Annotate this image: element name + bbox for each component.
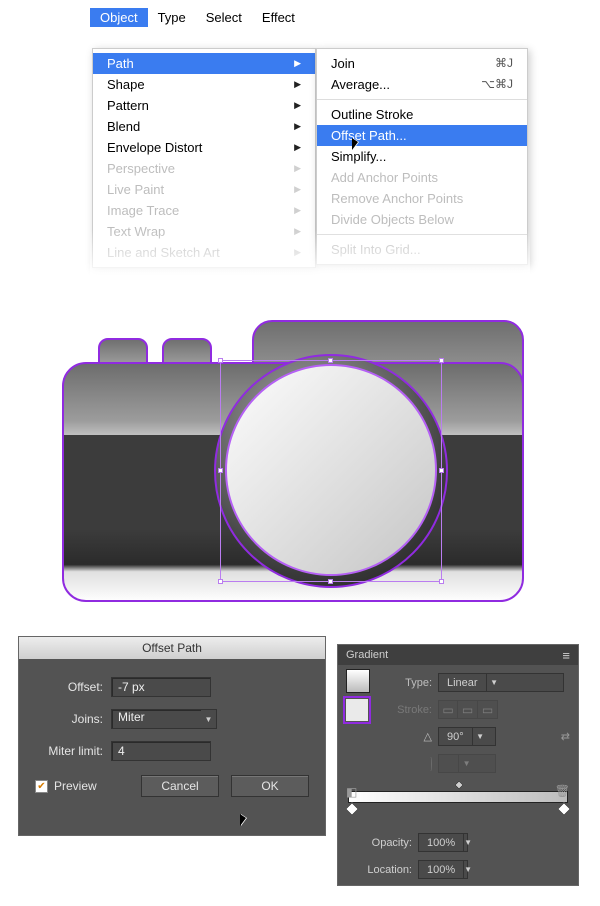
delete-stop-icon[interactable]: 🗑 bbox=[555, 784, 570, 798]
cursor-icon bbox=[240, 814, 246, 826]
preview-label: Preview bbox=[54, 779, 97, 793]
opacity-label: Opacity: bbox=[354, 837, 418, 849]
offset-label: Offset: bbox=[35, 680, 111, 694]
menu-item-shape[interactable]: Shape▶ bbox=[93, 74, 315, 95]
menu-item-pattern[interactable]: Pattern▶ bbox=[93, 95, 315, 116]
fade-overlay bbox=[90, 230, 530, 290]
canvas-artboard[interactable] bbox=[62, 316, 532, 608]
selection-handle[interactable] bbox=[439, 358, 444, 363]
menu-separator bbox=[317, 99, 527, 100]
selection-handle[interactable] bbox=[328, 579, 333, 584]
selection-handle[interactable] bbox=[439, 468, 444, 473]
menu-item-image-trace[interactable]: Image Trace▶ bbox=[93, 200, 315, 221]
offset-input[interactable] bbox=[111, 677, 211, 697]
submenu-average[interactable]: Average...⌥⌘J bbox=[317, 74, 527, 95]
menu-select[interactable]: Select bbox=[196, 8, 252, 27]
aspect-ratio-input: ▼ bbox=[438, 754, 496, 773]
joins-label: Joins: bbox=[35, 712, 111, 726]
submenu-simplify[interactable]: Simplify... bbox=[317, 146, 527, 167]
cancel-button[interactable]: Cancel bbox=[141, 775, 219, 797]
selection-handle[interactable] bbox=[218, 358, 223, 363]
submenu-remove-anchor[interactable]: Remove Anchor Points bbox=[317, 188, 527, 209]
joins-dropdown[interactable]: Miter ▼ bbox=[111, 709, 217, 729]
panel-menu-icon[interactable]: ≡ bbox=[562, 648, 570, 663]
submenu-offset-path[interactable]: Offset Path... bbox=[317, 125, 527, 146]
selection-handle[interactable] bbox=[218, 468, 223, 473]
selection-handle[interactable] bbox=[328, 358, 333, 363]
gradient-fill-swatch[interactable] bbox=[346, 669, 370, 693]
dropdown-arrow-icon: ▼ bbox=[486, 674, 502, 691]
menu-item-path[interactable]: Path▶ bbox=[93, 53, 315, 74]
offset-path-dialog: Offset Path Offset: Joins: Miter ▼ Miter… bbox=[18, 636, 326, 836]
stop-color-icon[interactable]: ◧ bbox=[346, 785, 357, 799]
stroke-mode-across-icon[interactable]: ▭ bbox=[478, 700, 498, 719]
stroke-label: Stroke: bbox=[390, 704, 438, 716]
miter-limit-input[interactable] bbox=[111, 741, 211, 761]
menubar: Object Type Select Effect bbox=[90, 8, 305, 27]
selection-handle[interactable] bbox=[439, 579, 444, 584]
menu-item-blend[interactable]: Blend▶ bbox=[93, 116, 315, 137]
gradient-panel: Gradient ≡ Type: Linear▼ Stroke: ▭ ▭ ▭ △ bbox=[337, 644, 579, 886]
selection-bounding-box[interactable] bbox=[220, 360, 442, 582]
submenu-outline-stroke[interactable]: Outline Stroke bbox=[317, 104, 527, 125]
ok-button[interactable]: OK bbox=[231, 775, 309, 797]
gradient-type-dropdown[interactable]: Linear▼ bbox=[438, 673, 564, 692]
gradient-stroke-swatch[interactable] bbox=[346, 699, 368, 721]
menu-effect[interactable]: Effect bbox=[252, 8, 305, 27]
submenu-arrow-icon: ▶ bbox=[294, 58, 301, 69]
aspect-ratio-icon bbox=[430, 757, 432, 771]
selection-handle[interactable] bbox=[218, 579, 223, 584]
menu-item-envelope-distort[interactable]: Envelope Distort▶ bbox=[93, 137, 315, 158]
gradient-midpoint-handle[interactable] bbox=[454, 780, 464, 790]
submenu-divide-below[interactable]: Divide Objects Below bbox=[317, 209, 527, 230]
submenu-add-anchor[interactable]: Add Anchor Points bbox=[317, 167, 527, 188]
miter-limit-label: Miter limit: bbox=[35, 744, 111, 758]
menu-item-live-paint[interactable]: Live Paint▶ bbox=[93, 179, 315, 200]
stroke-gradient-mode: ▭ ▭ ▭ bbox=[438, 700, 498, 719]
panel-title: Gradient ≡ bbox=[338, 645, 578, 665]
angle-icon: △ bbox=[390, 730, 438, 743]
location-label: Location: bbox=[354, 864, 418, 876]
submenu-join[interactable]: Join⌘J bbox=[317, 53, 527, 74]
menu-object[interactable]: Object bbox=[90, 8, 148, 27]
stop-location-input[interactable]: 100%▼ bbox=[418, 860, 468, 879]
stop-opacity-input[interactable]: 100%▼ bbox=[418, 833, 468, 852]
menu-type[interactable]: Type bbox=[148, 8, 196, 27]
cursor-icon bbox=[352, 138, 358, 150]
menu-item-perspective[interactable]: Perspective▶ bbox=[93, 158, 315, 179]
gradient-slider[interactable] bbox=[348, 791, 568, 803]
preview-checkbox[interactable]: ✔ bbox=[35, 780, 48, 793]
reverse-gradient-icon[interactable]: ⇄ bbox=[561, 730, 570, 743]
gradient-angle-input[interactable]: 90°▼ bbox=[438, 727, 496, 746]
dialog-title: Offset Path bbox=[19, 637, 325, 659]
dropdown-arrow-icon: ▼ bbox=[201, 709, 217, 729]
stroke-mode-along-icon[interactable]: ▭ bbox=[458, 700, 478, 719]
stroke-mode-within-icon[interactable]: ▭ bbox=[438, 700, 458, 719]
type-label: Type: bbox=[390, 677, 438, 689]
